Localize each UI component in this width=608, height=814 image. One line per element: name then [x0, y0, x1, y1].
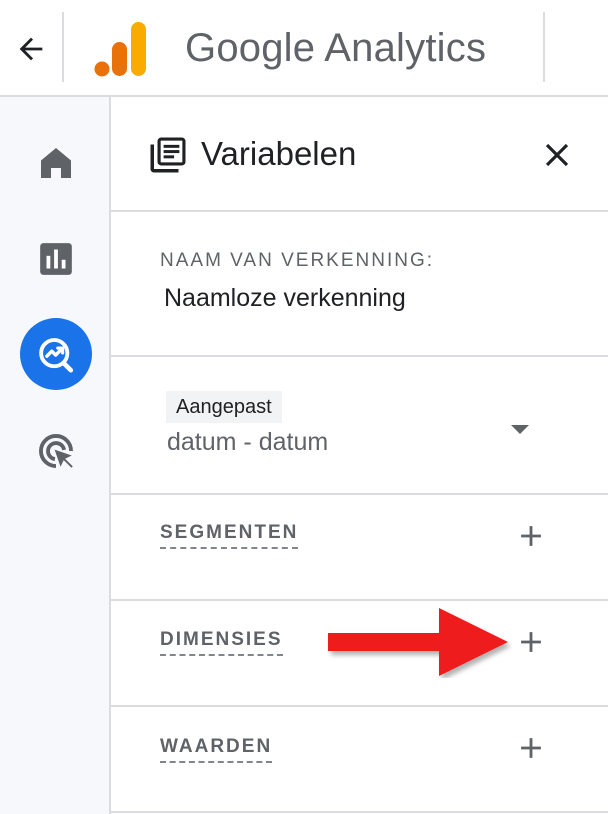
add-metric-button[interactable] — [514, 731, 548, 765]
add-dimension-button[interactable] — [514, 625, 548, 659]
header-divider — [62, 12, 64, 82]
segments-section: SEGMENTEN — [111, 495, 608, 601]
dimensions-label[interactable]: DIMENSIES — [160, 629, 283, 656]
app-title: Google Analytics — [185, 26, 487, 70]
plus-icon — [521, 632, 541, 652]
back-button[interactable] — [14, 32, 48, 66]
arrow-back-icon — [19, 37, 43, 61]
metrics-section: WAARDEN — [111, 707, 608, 813]
metrics-label[interactable]: WAARDEN — [160, 736, 273, 763]
annotation-arrow-icon — [328, 608, 508, 676]
header-divider — [543, 12, 545, 82]
variables-panel: Variabelen NAAM VAN VERKENNING: Naamloze… — [111, 97, 608, 814]
home-icon — [41, 148, 71, 178]
analytics-logo-icon — [94, 20, 148, 78]
left-nav-rail — [0, 97, 111, 814]
explore-icon — [39, 338, 74, 373]
exploration-name-label: NAAM VAN VERKENNING: — [160, 250, 435, 271]
nav-reports[interactable] — [20, 223, 92, 295]
advertising-icon — [39, 434, 73, 468]
close-button[interactable] — [538, 136, 576, 174]
panel-header: Variabelen — [111, 97, 608, 212]
panel-title: Variabelen — [201, 135, 357, 172]
date-range-value[interactable]: datum - datum — [167, 428, 328, 457]
nav-advertising[interactable] — [20, 415, 92, 487]
top-app-bar: Google Analytics — [0, 0, 608, 97]
exploration-name-field[interactable]: Naamloze verkenning — [164, 284, 406, 313]
exploration-name-section: NAAM VAN VERKENNING: Naamloze verkenning — [111, 212, 608, 357]
plus-icon — [521, 526, 541, 546]
nav-home[interactable] — [20, 127, 92, 199]
close-icon — [545, 143, 569, 167]
segments-label[interactable]: SEGMENTEN — [160, 522, 299, 549]
reports-icon — [40, 243, 72, 275]
date-range-section[interactable]: Aangepast datum - datum — [111, 357, 608, 495]
plus-icon — [521, 738, 541, 758]
nav-explore[interactable] — [20, 318, 92, 390]
date-preset-badge: Aangepast — [166, 391, 282, 423]
dropdown-arrow-icon[interactable] — [511, 422, 529, 434]
variables-icon — [147, 134, 189, 176]
add-segment-button[interactable] — [514, 519, 548, 553]
